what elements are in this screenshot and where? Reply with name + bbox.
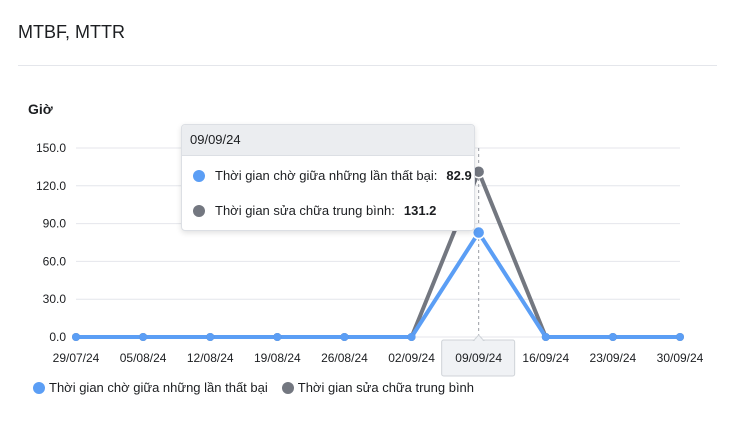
legend-label: Thời gian chờ giữa những lần thất bại — [49, 380, 268, 395]
x-tick-label: 29/07/24 — [53, 351, 100, 365]
chart-tooltip: 09/09/24 Thời gian chờ giữa những lần th… — [181, 124, 475, 231]
y-tick-label: 60.0 — [43, 254, 67, 268]
legend-item-mtbf[interactable]: Thời gian chờ giữa những lần thất bại — [33, 380, 268, 395]
circle-marker-icon — [193, 204, 205, 217]
tooltip-label: Thời gian sửa chữa trung bình: — [215, 203, 395, 218]
chart-legend: Thời gian chờ giữa những lần thất bại Th… — [33, 380, 488, 395]
x-tick-label: 30/09/24 — [657, 351, 704, 365]
x-tick-label: 26/08/24 — [321, 351, 368, 365]
tooltip-value: 82.9 — [446, 168, 472, 183]
circle-marker-icon — [33, 381, 45, 394]
y-tick-label: 30.0 — [43, 292, 67, 306]
data-point — [541, 333, 550, 341]
tooltip-label: Thời gian chờ giữa những lần thất bại: — [215, 168, 438, 183]
data-point — [608, 333, 617, 341]
tooltip-value: 131.2 — [403, 203, 437, 218]
series-line-0 — [74, 230, 682, 339]
data-point — [407, 333, 416, 341]
data-point — [676, 333, 684, 341]
x-axis-ticks: 29/07/24 05/08/24 12/08/24 19/08/24 26/08/24… — [53, 334, 704, 377]
circle-marker-icon — [193, 169, 205, 182]
x-tick-label: 05/08/24 — [120, 351, 167, 365]
x-tick-label: 19/08/24 — [254, 351, 301, 365]
data-point — [72, 333, 80, 341]
y-tick-label: 0.0 — [49, 330, 66, 344]
x-tick-label: 02/09/24 — [388, 351, 435, 365]
legend-label: Thời gian sửa chữa trung bình — [297, 380, 475, 395]
data-point — [340, 333, 349, 341]
tooltip-row-mtbf: Thời gian chờ giữa những lần thất bại: 8… — [193, 168, 472, 183]
circle-marker-icon — [281, 381, 294, 394]
legend-item-mttr[interactable]: Thời gian sửa chữa trung bình — [281, 380, 475, 395]
y-axis-ticks: 0.0 30.0 60.0 90.0 120.0 150.0 — [36, 141, 66, 344]
x-tick-label: 16/09/24 — [522, 351, 569, 365]
y-tick-label: 150.0 — [36, 141, 66, 155]
x-tick-label: 09/09/24 — [455, 351, 502, 365]
y-tick-label: 120.0 — [36, 179, 66, 193]
y-tick-label: 90.0 — [43, 217, 67, 231]
x-tick-label: 23/09/24 — [590, 351, 637, 365]
data-point — [273, 333, 282, 341]
x-tick-highlight-pointer — [472, 334, 485, 341]
x-tick-label: 12/08/24 — [187, 351, 234, 365]
data-point — [139, 333, 148, 341]
tooltip-title: 09/09/24 — [182, 125, 474, 156]
data-point — [206, 333, 215, 341]
tooltip-row-mttr: Thời gian sửa chữa trung bình: 131.2 — [193, 203, 436, 218]
